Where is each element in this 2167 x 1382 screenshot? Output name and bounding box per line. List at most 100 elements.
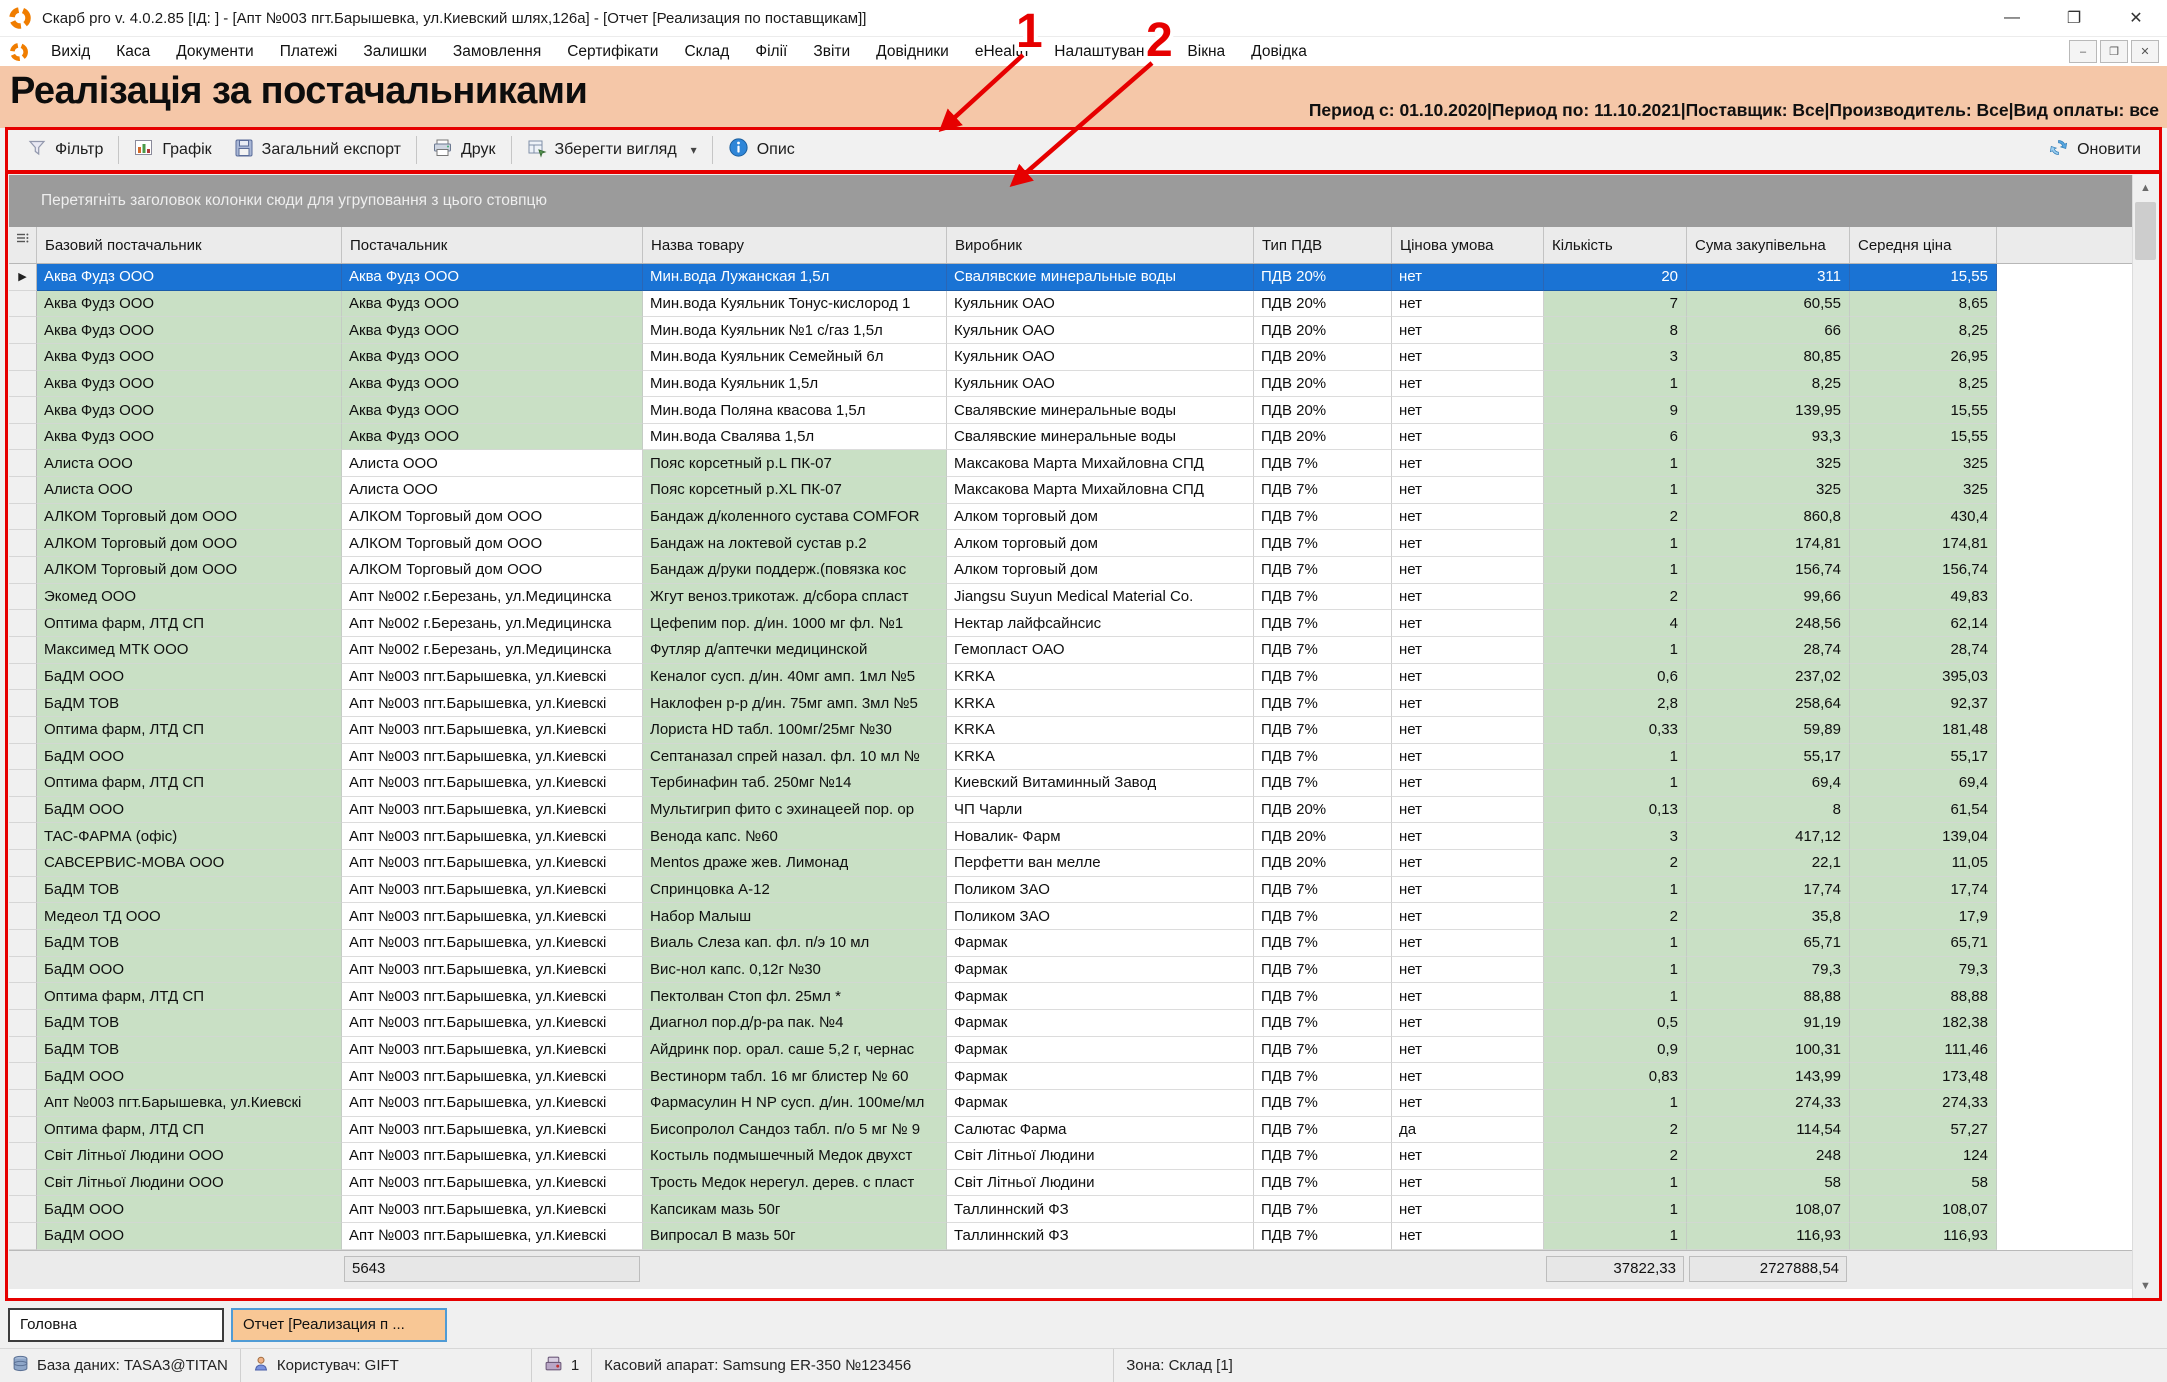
cell[interactable]: Аква Фудз ООО [342, 397, 643, 424]
cell[interactable]: Фармак [947, 983, 1254, 1010]
refresh-button[interactable]: Оновити [2048, 137, 2141, 163]
cell[interactable]: Мин.вода Лужанская 1,5л [643, 264, 947, 291]
table-row[interactable]: Аква Фудз ОООАква Фудз ОООМин.вода Сваля… [9, 424, 2158, 451]
row-indicator[interactable] [9, 903, 37, 930]
table-row[interactable]: БаДМ ОООАпт №003 пгт.Барышевка, ул.Киевс… [9, 1063, 2158, 1090]
cell[interactable]: Апт №002 г.Березань, ул.Медицинска [342, 610, 643, 637]
row-indicator[interactable] [9, 690, 37, 717]
table-row[interactable]: АЛКОМ Торговый дом ОООАЛКОМ Торговый дом… [9, 557, 2158, 584]
cell[interactable]: нет [1392, 1090, 1544, 1117]
column-header-2[interactable]: Назва товару [643, 227, 947, 263]
cell[interactable]: Апт №003 пгт.Барышевка, ул.Киевскі [342, 717, 643, 744]
table-row[interactable]: Оптима фарм, ЛТД СПАпт №003 пгт.Барышевк… [9, 1117, 2158, 1144]
cell[interactable]: Фармак [947, 1063, 1254, 1090]
cell[interactable]: Максимед МТК ООО [37, 637, 342, 664]
table-row[interactable]: Медеол ТД ОООАпт №003 пгт.Барышевка, ул.… [9, 903, 2158, 930]
cell[interactable]: нет [1392, 530, 1544, 557]
cell[interactable]: ПДВ 7% [1254, 1037, 1392, 1064]
menu-item-платежі[interactable]: Платежі [267, 37, 351, 66]
cell[interactable]: 4 [1544, 610, 1687, 637]
row-indicator[interactable] [9, 1117, 37, 1144]
cell[interactable]: 66 [1687, 317, 1850, 344]
cell[interactable]: 248 [1687, 1143, 1850, 1170]
cell[interactable]: 2 [1544, 584, 1687, 611]
cell[interactable]: 2 [1544, 850, 1687, 877]
cell[interactable]: Аква Фудз ООО [342, 344, 643, 371]
cell[interactable]: ПДВ 7% [1254, 957, 1392, 984]
row-indicator[interactable] [9, 1010, 37, 1037]
cell[interactable]: KRKA [947, 717, 1254, 744]
cell[interactable]: 108,07 [1850, 1196, 1997, 1223]
table-row[interactable]: Алиста ОООАлиста ОООПояс корсетный р.XL … [9, 477, 2158, 504]
cell[interactable]: 156,74 [1687, 557, 1850, 584]
cell[interactable]: 79,3 [1687, 957, 1850, 984]
cell[interactable]: БаДМ ТОВ [37, 1037, 342, 1064]
cell[interactable]: KRKA [947, 744, 1254, 771]
cell[interactable]: нет [1392, 317, 1544, 344]
cell[interactable]: Апт №003 пгт.Барышевка, ул.Киевскі [342, 1223, 643, 1250]
cell[interactable]: Венода капс. №60 [643, 823, 947, 850]
cell[interactable]: 1 [1544, 770, 1687, 797]
cell[interactable]: 430,4 [1850, 504, 1997, 531]
cell[interactable]: ПДВ 20% [1254, 371, 1392, 398]
cell[interactable]: Мин.вода Куяльник Тонус-кислород 1 [643, 291, 947, 318]
cell[interactable]: 2 [1544, 903, 1687, 930]
cell[interactable]: Світ Літньої Людини [947, 1143, 1254, 1170]
row-indicator-arrow-icon[interactable]: ▶ [9, 264, 37, 291]
cell[interactable]: Апт №003 пгт.Барышевка, ул.Киевскі [342, 1010, 643, 1037]
cell[interactable]: Mentos драже жев. Лимонад [643, 850, 947, 877]
cell[interactable]: 1 [1544, 450, 1687, 477]
row-indicator[interactable] [9, 450, 37, 477]
row-indicator[interactable] [9, 610, 37, 637]
menu-item-ehealth[interactable]: eHealth [962, 37, 1041, 66]
row-indicator[interactable] [9, 1037, 37, 1064]
cell[interactable]: нет [1392, 1223, 1544, 1250]
cell[interactable]: Футляр д/аптечки медицинской [643, 637, 947, 664]
cell[interactable]: ПДВ 7% [1254, 1143, 1392, 1170]
cell[interactable]: Аква Фудз ООО [37, 344, 342, 371]
cell[interactable]: 57,27 [1850, 1117, 1997, 1144]
cell[interactable]: ПДВ 7% [1254, 637, 1392, 664]
cell[interactable]: 0,5 [1544, 1010, 1687, 1037]
cell[interactable]: нет [1392, 371, 1544, 398]
cell[interactable]: Алиста ООО [37, 450, 342, 477]
cell[interactable]: Алиста ООО [37, 477, 342, 504]
cell[interactable]: Мин.вода Куяльник 1,5л [643, 371, 947, 398]
cell[interactable]: 325 [1687, 450, 1850, 477]
cell[interactable]: 1 [1544, 477, 1687, 504]
row-indicator[interactable] [9, 1196, 37, 1223]
cell[interactable]: 1 [1544, 1196, 1687, 1223]
cell[interactable]: Мультигрип фито с эхинацеей пор. ор [643, 797, 947, 824]
table-row[interactable]: САВСЕРВИС-МОВА ОООАпт №003 пгт.Барышевка… [9, 850, 2158, 877]
cell[interactable]: 248,56 [1687, 610, 1850, 637]
cell[interactable]: ПДВ 7% [1254, 1196, 1392, 1223]
cell[interactable]: Куяльник ОАО [947, 291, 1254, 318]
menu-item-довідка[interactable]: Довідка [1238, 37, 1320, 66]
cell[interactable]: 0,13 [1544, 797, 1687, 824]
table-row[interactable]: Оптима фарм, ЛТД СПАпт №003 пгт.Барышевк… [9, 983, 2158, 1010]
cell[interactable]: нет [1392, 637, 1544, 664]
cell[interactable]: 1 [1544, 1090, 1687, 1117]
cell[interactable]: нет [1392, 450, 1544, 477]
table-row[interactable]: Аква Фудз ОООАква Фудз ОООМин.вода Полян… [9, 397, 2158, 424]
cell[interactable]: 26,95 [1850, 344, 1997, 371]
row-indicator[interactable] [9, 557, 37, 584]
cell[interactable]: Наклофен р-р д/ин. 75мг амп. 3мл №5 [643, 690, 947, 717]
cell[interactable]: Мин.вода Куяльник Семейный 6л [643, 344, 947, 371]
chevron-down-icon[interactable]: ▾ [691, 143, 697, 157]
cell[interactable]: Аква Фудз ООО [342, 317, 643, 344]
cell[interactable]: 93,3 [1687, 424, 1850, 451]
menu-item-звіти[interactable]: Звіти [800, 37, 863, 66]
table-row[interactable]: БаДМ ОООАпт №003 пгт.Барышевка, ул.Киевс… [9, 664, 2158, 691]
cell[interactable]: ПДВ 7% [1254, 584, 1392, 611]
cell[interactable]: 35,8 [1687, 903, 1850, 930]
cell[interactable]: 2 [1544, 504, 1687, 531]
cell[interactable]: 258,64 [1687, 690, 1850, 717]
cell[interactable]: 1 [1544, 1223, 1687, 1250]
cell[interactable]: ПДВ 7% [1254, 744, 1392, 771]
cell[interactable]: нет [1392, 557, 1544, 584]
cell[interactable]: нет [1392, 690, 1544, 717]
cell[interactable]: 17,74 [1850, 877, 1997, 904]
row-indicator[interactable] [9, 1063, 37, 1090]
cell[interactable]: 2 [1544, 1117, 1687, 1144]
